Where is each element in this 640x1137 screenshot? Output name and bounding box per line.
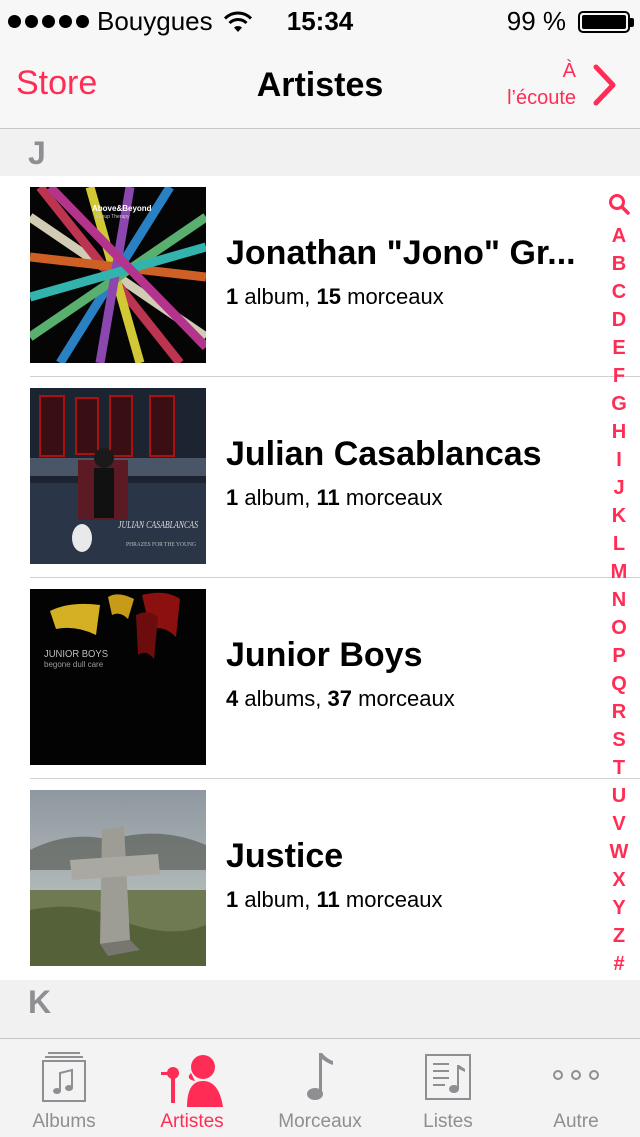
artist-name: Jonathan "Jono" Gr... [226, 234, 576, 272]
index-letter[interactable]: F [613, 362, 625, 390]
index-letter[interactable]: H [612, 418, 626, 446]
artist-row[interactable]: JUNIOR BOYS begone dull care Junior Boys… [0, 578, 610, 779]
tab-bar: Albums Artistes Morceaux Listes Autre [0, 1038, 640, 1137]
now-playing-label-line1: À [562, 60, 576, 82]
index-letter[interactable]: P [612, 642, 625, 670]
index-letter[interactable]: S [612, 726, 625, 754]
artist-row[interactable]: Above&Beyond Group Therapy Jonathan "Jon… [0, 176, 610, 377]
album-artwork-image: JUNIOR BOYS begone dull care [30, 589, 206, 765]
tab-label: Morceaux [278, 1111, 362, 1132]
cover-text: Above&Beyond [92, 204, 152, 213]
index-letter[interactable]: X [612, 866, 625, 894]
artist-name: Justice [226, 837, 344, 875]
index-letter[interactable]: Q [611, 670, 627, 698]
chevron-right-icon[interactable] [592, 64, 618, 106]
index-letter[interactable]: M [611, 558, 628, 586]
cover-text: JULIAN CASABLANCAS [118, 520, 198, 531]
index-letter[interactable]: T [613, 754, 625, 782]
index-letter[interactable]: O [611, 614, 627, 642]
album-artwork-image: Above&Beyond Group Therapy [30, 187, 206, 363]
status-bar: Bouygues 15:34 99 % [0, 0, 640, 40]
tab-label: Albums [32, 1111, 96, 1132]
index-letter[interactable]: K [612, 502, 626, 530]
album-artwork: JULIAN CASABLANCAS PHRAZES FOR THE YOUNG [30, 388, 206, 564]
index-letter[interactable]: U [612, 782, 626, 810]
index-letter[interactable]: L [613, 530, 625, 558]
more-icon [553, 1070, 599, 1080]
artist-details: 1 album, 11 morceaux [226, 887, 443, 912]
albums-icon [42, 1052, 86, 1102]
album-artwork-image: JULIAN CASABLANCAS PHRAZES FOR THE YOUNG [30, 388, 206, 564]
cover-subtext: Group Therapy [96, 214, 130, 220]
artist-row[interactable]: Justice 1 album, 11 morceaux [0, 779, 610, 980]
section-header-k: K [0, 980, 640, 1038]
index-letter[interactable]: # [613, 950, 624, 978]
tab-albums[interactable]: Albums [0, 1039, 128, 1137]
tab-label: Artistes [160, 1111, 224, 1132]
artist-name: Julian Casablancas [226, 435, 542, 473]
tab-label: Listes [423, 1111, 473, 1132]
album-artwork: JUNIOR BOYS begone dull care [30, 589, 206, 765]
index-letter[interactable]: G [611, 390, 627, 418]
artist-list: Above&Beyond Group Therapy Jonathan "Jon… [0, 176, 640, 985]
section-index[interactable]: A B C D E F G H I J K L M N O P Q R S T … [602, 192, 636, 978]
index-letter[interactable]: C [612, 278, 626, 306]
artist-row[interactable]: JULIAN CASABLANCAS PHRAZES FOR THE YOUNG… [0, 377, 610, 578]
tab-listes[interactable]: Listes [384, 1039, 512, 1137]
index-letter[interactable]: R [612, 698, 626, 726]
cover-subtext: PHRAZES FOR THE YOUNG [126, 542, 197, 548]
cover-text: JUNIOR BOYS [44, 649, 108, 660]
index-letter[interactable]: W [610, 838, 629, 866]
cover-subtext: begone dull care [44, 660, 104, 669]
index-letter[interactable]: Y [612, 894, 625, 922]
index-letter[interactable]: D [612, 306, 626, 334]
index-letter[interactable]: V [612, 810, 625, 838]
artist-details: 4 albums, 37 morceaux [226, 686, 455, 711]
index-letter[interactable]: E [612, 334, 625, 362]
tab-autre[interactable]: Autre [512, 1039, 640, 1137]
battery-percent: 99 % [506, 6, 566, 36]
album-artwork-image [30, 790, 206, 966]
battery-icon [578, 10, 634, 33]
tab-artistes[interactable]: Artistes [128, 1039, 256, 1137]
index-letter[interactable]: A [612, 222, 626, 250]
tab-label: Autre [553, 1111, 599, 1132]
tab-morceaux[interactable]: Morceaux [256, 1039, 384, 1137]
artist-details: 1 album, 15 morceaux [226, 284, 444, 309]
album-artwork: Above&Beyond Group Therapy [30, 187, 206, 363]
navigation-bar: Store Artistes À l’écoute [0, 40, 640, 129]
artist-name: Junior Boys [226, 636, 423, 674]
index-letter[interactable]: J [613, 474, 624, 502]
index-letter[interactable]: B [612, 250, 626, 278]
index-letter[interactable]: Z [613, 922, 625, 950]
now-playing-label-line2: l’écoute [507, 87, 576, 109]
now-playing-button[interactable]: À l’écoute [507, 58, 576, 112]
search-icon[interactable] [607, 192, 631, 216]
playlist-icon [425, 1054, 471, 1100]
index-letter[interactable]: I [616, 446, 622, 474]
artist-details: 1 album, 11 morceaux [226, 485, 443, 510]
artist-icon [161, 1055, 223, 1107]
album-artwork [30, 790, 206, 966]
music-note-icon [307, 1053, 333, 1100]
index-letter[interactable]: N [612, 586, 626, 614]
section-header-j: J [0, 129, 640, 177]
